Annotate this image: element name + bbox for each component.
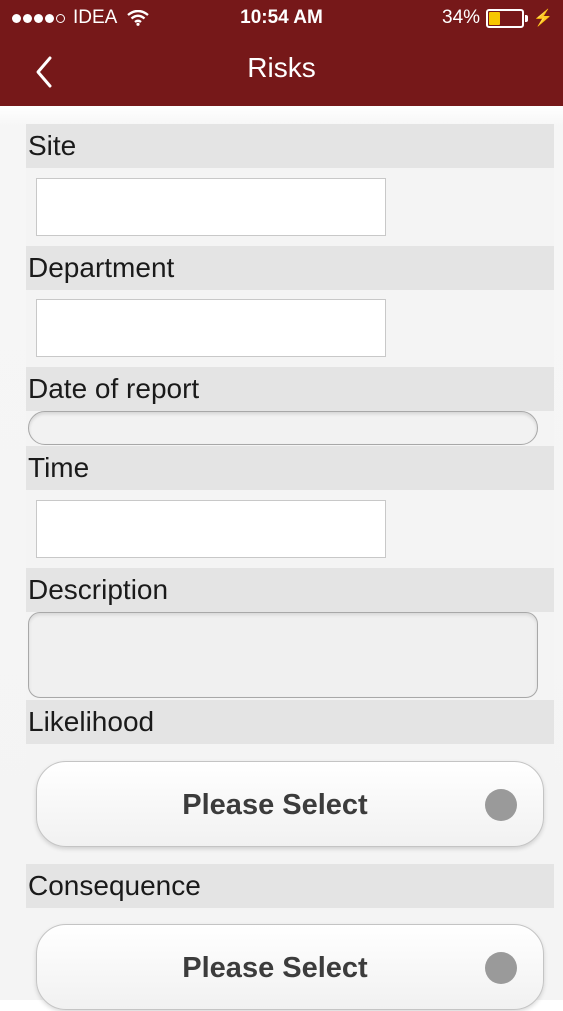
- battery-icon: [486, 8, 525, 28]
- likelihood-select[interactable]: Please Select: [36, 761, 544, 847]
- likelihood-label: Likelihood: [26, 700, 554, 744]
- status-bar: IDEA 10:54 AM 34% ⚡: [0, 0, 563, 36]
- consequence-label: Consequence: [26, 864, 554, 908]
- date-of-report-input[interactable]: [28, 411, 538, 445]
- select-indicator-icon: [485, 952, 517, 984]
- site-label: Site: [26, 124, 554, 168]
- likelihood-select-value: Please Select: [182, 789, 368, 821]
- site-input[interactable]: [36, 178, 386, 236]
- battery-percentage: 34%: [442, 7, 481, 28]
- description-label: Description: [26, 568, 554, 612]
- form-content: Site Department Date of report Time Desc…: [0, 106, 563, 1010]
- time-label: Time: [26, 446, 554, 490]
- consequence-select[interactable]: Please Select: [36, 924, 544, 1010]
- description-textarea[interactable]: [28, 612, 538, 698]
- charging-bolt-icon: ⚡: [533, 10, 553, 27]
- battery-tip: [525, 14, 529, 22]
- app-header: IDEA 10:54 AM 34% ⚡ Risks: [0, 0, 563, 106]
- department-input[interactable]: [36, 299, 386, 357]
- select-indicator-icon: [485, 789, 517, 821]
- risk-form: Site Department Date of report Time Desc…: [26, 124, 554, 1010]
- navigation-bar: Risks: [0, 36, 563, 106]
- consequence-select-value: Please Select: [182, 952, 368, 984]
- battery-status: 34% ⚡: [442, 7, 553, 29]
- time-input[interactable]: [36, 500, 386, 558]
- date-of-report-label: Date of report: [26, 367, 554, 411]
- page-title: Risks: [247, 52, 316, 83]
- battery-fill: [489, 11, 501, 25]
- department-label: Department: [26, 246, 554, 290]
